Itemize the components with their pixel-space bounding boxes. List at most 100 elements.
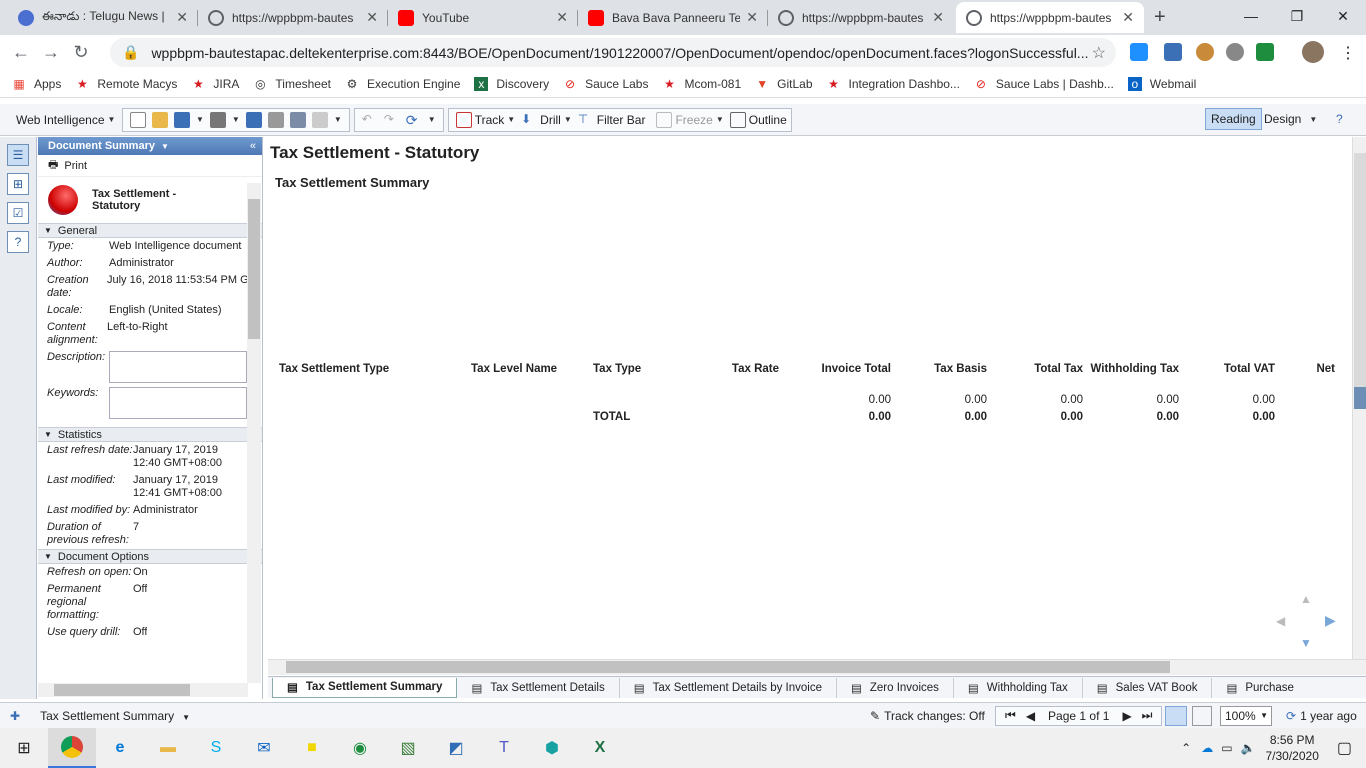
- bookmark[interactable]: ★ Mcom-081: [662, 77, 741, 91]
- browser-tab[interactable]: https://wppbpm-bautes ✕: [768, 2, 954, 33]
- browser-menu-icon[interactable]: ⋮: [1340, 43, 1356, 63]
- bookmark[interactable]: ★ JIRA: [191, 77, 239, 91]
- bookmark[interactable]: ⊘ Sauce Labs: [563, 77, 648, 91]
- first-page-icon[interactable]: ⏮: [1005, 708, 1016, 723]
- outlook-icon[interactable]: ✉: [240, 728, 288, 768]
- redo-icon[interactable]: ↷: [384, 112, 400, 128]
- document-options-section-header[interactable]: ▼ Document Options: [38, 549, 262, 564]
- undo-icon[interactable]: ↶: [362, 112, 378, 128]
- page-mode-icon[interactable]: [1165, 705, 1187, 726]
- column-header[interactable]: Tax Basis: [894, 363, 990, 391]
- column-header[interactable]: Invoice Total: [782, 363, 894, 391]
- expand-panel-icon[interactable]: [1354, 387, 1366, 409]
- app-icon[interactable]: ◉: [336, 728, 384, 768]
- extension-icon[interactable]: [1256, 43, 1274, 61]
- zoom-select[interactable]: 100% ▼: [1220, 705, 1272, 726]
- refresh-icon[interactable]: ⟳: [406, 112, 422, 128]
- windows-start-icon[interactable]: ⊞: [0, 728, 48, 768]
- browser-tab[interactable]: https://wppbpm-bautes ✕: [198, 2, 388, 33]
- back-button[interactable]: ←: [6, 42, 36, 63]
- close-tab-icon[interactable]: ✕: [746, 9, 758, 26]
- email-icon[interactable]: [311, 111, 328, 128]
- column-header[interactable]: Total Tax: [990, 363, 1086, 391]
- panel-horizontal-scrollbar[interactable]: [38, 683, 248, 697]
- tab-zero-invoices[interactable]: ▤ Zero Invoices: [837, 677, 954, 698]
- help-panel-icon[interactable]: ?: [7, 231, 29, 253]
- description-field[interactable]: [109, 351, 247, 383]
- column-header[interactable]: Total VAT: [1182, 363, 1278, 391]
- new-document-icon[interactable]: [130, 111, 146, 128]
- print-button[interactable]: 🖶 Print: [38, 155, 262, 177]
- panel-header[interactable]: Document Summary ▼ «: [38, 137, 262, 155]
- bookmark[interactable]: ▼ GitLab: [755, 77, 812, 91]
- export-icon[interactable]: [289, 111, 306, 128]
- file-explorer-icon[interactable]: ▬: [144, 728, 192, 768]
- reading-mode-button[interactable]: Reading: [1205, 108, 1262, 130]
- navigation-map-icon[interactable]: ⊞: [7, 173, 29, 195]
- tab-tax-settlement-details-by-invoice[interactable]: ▤ Tax Settlement Details by Invoice: [620, 677, 837, 698]
- column-header[interactable]: Net: [1278, 363, 1338, 391]
- tab-tax-settlement-details[interactable]: ▤ Tax Settlement Details: [457, 677, 620, 698]
- sticky-notes-icon[interactable]: ■: [288, 728, 336, 768]
- chevron-down-icon[interactable]: ▼: [232, 115, 240, 124]
- statistics-section-header[interactable]: ▼ Statistics: [38, 427, 262, 442]
- open-folder-icon[interactable]: [152, 111, 168, 128]
- keywords-field[interactable]: [109, 387, 247, 419]
- chevron-down-icon[interactable]: ▼: [334, 115, 342, 124]
- tab-tax-settlement-summary[interactable]: ▤ Tax Settlement Summary: [272, 677, 458, 698]
- report-horizontal-scrollbar[interactable]: [268, 659, 1366, 675]
- chevron-down-icon[interactable]: ▼: [196, 115, 204, 124]
- drill-button[interactable]: ⬇ Drill ▼: [518, 112, 575, 128]
- tab-withholding-tax[interactable]: ▤ Withholding Tax: [954, 677, 1083, 698]
- report-vertical-scrollbar[interactable]: [1352, 137, 1366, 659]
- skype-icon[interactable]: S: [192, 728, 240, 768]
- maximize-button[interactable]: ❐: [1274, 0, 1320, 32]
- edge-icon[interactable]: e: [96, 728, 144, 768]
- close-tab-icon[interactable]: ✕: [1122, 9, 1134, 26]
- tab-sales-vat-book[interactable]: ▤ Sales VAT Book: [1083, 677, 1213, 698]
- general-section-header[interactable]: ▼ General: [38, 223, 262, 238]
- track-changes-status[interactable]: ✎ Track changes: Off: [870, 709, 985, 723]
- previous-page-icon[interactable]: ◀: [1026, 709, 1035, 723]
- notifications-icon[interactable]: ▢: [1337, 738, 1352, 758]
- close-tab-icon[interactable]: ✕: [366, 9, 378, 26]
- teams-icon[interactable]: T: [480, 728, 528, 768]
- outline-button[interactable]: Outline: [727, 111, 787, 128]
- reload-button[interactable]: ↻: [66, 42, 96, 63]
- column-header[interactable]: Tax Type: [590, 363, 708, 391]
- find-icon[interactable]: [245, 111, 262, 128]
- browser-tab[interactable]: Bava Bava Panneeru Tel ✕: [578, 2, 768, 33]
- next-page-icon[interactable]: ▶: [1122, 709, 1131, 723]
- column-header[interactable]: Tax Level Name: [468, 363, 590, 391]
- input-controls-icon[interactable]: ☑: [7, 202, 29, 224]
- close-tab-icon[interactable]: ✕: [556, 9, 568, 26]
- panel-vertical-scrollbar[interactable]: [247, 183, 261, 683]
- cookie-extension-icon[interactable]: [1196, 43, 1214, 61]
- arrow-down-icon[interactable]: ▼: [1300, 636, 1312, 650]
- history-icon[interactable]: [267, 111, 284, 128]
- chevron-up-icon[interactable]: ⌃: [1181, 741, 1191, 755]
- filter-bar-button[interactable]: ⊤ Filter Bar: [575, 112, 646, 128]
- save-icon[interactable]: [174, 111, 190, 128]
- chrome-icon[interactable]: [48, 728, 96, 768]
- clock[interactable]: 8:56 PM 7/30/2020: [1265, 732, 1318, 764]
- bookmark[interactable]: o Webmail: [1127, 76, 1196, 91]
- arrow-right-icon[interactable]: ▶: [1325, 612, 1336, 629]
- bookmark[interactable]: ★ Integration Dashbo...: [827, 77, 960, 91]
- bookmark[interactable]: ⚙ Execution Engine: [345, 77, 461, 91]
- bookmark-apps[interactable]: ▦ Apps: [12, 77, 61, 91]
- app-icon[interactable]: ▧: [384, 728, 432, 768]
- browser-tab[interactable]: ఈనాడు : Telugu News | ✕: [8, 2, 198, 33]
- current-report-selector[interactable]: Tax Settlement Summary ▼: [40, 709, 190, 723]
- tab-purchase[interactable]: ▤ Purchase: [1212, 678, 1293, 698]
- arrow-up-icon[interactable]: ▲: [1300, 592, 1312, 606]
- windows-extension-icon[interactable]: [1130, 43, 1148, 61]
- excel-icon[interactable]: X: [576, 728, 624, 768]
- extension-icon[interactable]: [1164, 43, 1182, 61]
- close-tab-icon[interactable]: ✕: [932, 9, 944, 26]
- new-tab-button[interactable]: +: [1154, 6, 1166, 29]
- collapse-panel-icon[interactable]: «: [250, 140, 256, 152]
- web-intelligence-menu[interactable]: Web Intelligence ▼: [0, 113, 122, 127]
- column-header[interactable]: Tax Settlement Type: [276, 363, 468, 391]
- quick-display-icon[interactable]: [1192, 705, 1212, 726]
